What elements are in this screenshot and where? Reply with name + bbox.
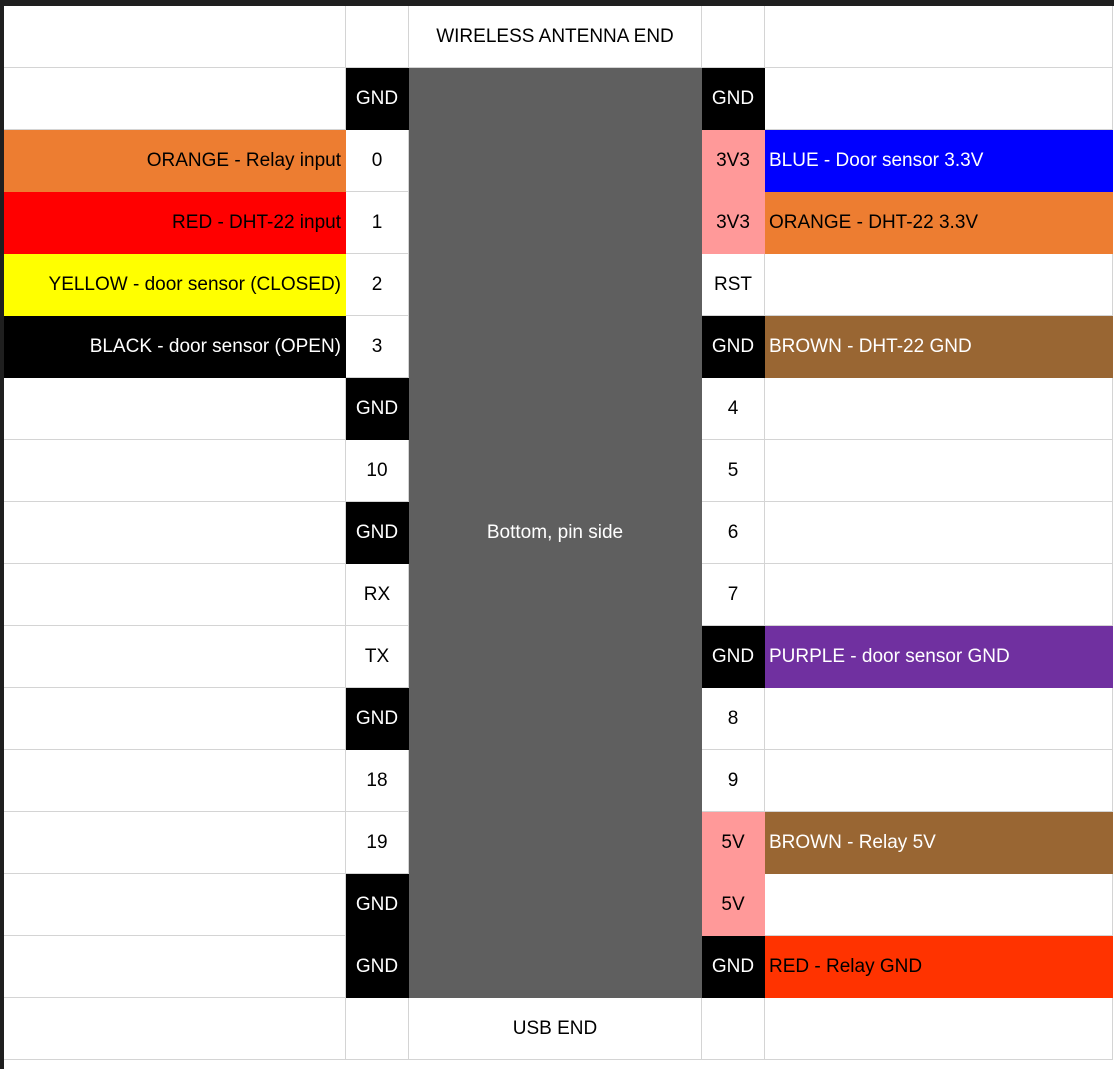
right-wire-label[interactable] <box>765 68 1113 130</box>
right-wire-label[interactable] <box>765 254 1113 316</box>
pinout-grid: WIRELESS ANTENNA END Bottom, pin side US… <box>4 6 1113 1060</box>
right-wire-label[interactable]: PURPLE - door sensor GND <box>765 626 1113 688</box>
antenna-end-label[interactable]: WIRELESS ANTENNA END <box>409 6 702 68</box>
left-wire-label[interactable] <box>4 378 346 440</box>
left-pin[interactable]: GND <box>346 688 409 750</box>
grid-bottom-edge <box>4 1060 1114 1069</box>
right-pin[interactable]: 5V <box>702 812 765 874</box>
left-wire-label[interactable] <box>4 812 346 874</box>
right-wire-label[interactable] <box>765 378 1113 440</box>
right-pin[interactable]: 7 <box>702 564 765 626</box>
left-pin[interactable]: 3 <box>346 316 409 378</box>
right-wire-label[interactable]: ORANGE - DHT-22 3.3V <box>765 192 1113 254</box>
usb-end-label[interactable]: USB END <box>409 998 702 1060</box>
left-pin[interactable]: 10 <box>346 440 409 502</box>
right-wire-label[interactable] <box>765 874 1113 936</box>
right-pin[interactable]: 9 <box>702 750 765 812</box>
left-pin[interactable]: RX <box>346 564 409 626</box>
right-pin[interactable]: GND <box>702 626 765 688</box>
board-center-label: Bottom, pin side <box>486 522 624 543</box>
left-wire-label[interactable] <box>4 626 346 688</box>
cell-empty[interactable] <box>346 998 409 1060</box>
right-pin[interactable]: 5V <box>702 874 765 936</box>
left-pin[interactable]: GND <box>346 874 409 936</box>
right-wire-label[interactable] <box>765 688 1113 750</box>
left-wire-label[interactable] <box>4 68 346 130</box>
right-pin[interactable]: 6 <box>702 502 765 564</box>
right-wire-label[interactable] <box>765 502 1113 564</box>
left-wire-label[interactable] <box>4 440 346 502</box>
right-pin[interactable]: GND <box>702 316 765 378</box>
left-wire-label[interactable]: ORANGE - Relay input <box>4 130 346 192</box>
left-wire-label[interactable] <box>4 688 346 750</box>
right-pin[interactable]: GND <box>702 936 765 998</box>
left-wire-label[interactable] <box>4 874 346 936</box>
right-pin[interactable]: 4 <box>702 378 765 440</box>
left-wire-label[interactable] <box>4 936 346 998</box>
left-pin[interactable]: 1 <box>346 192 409 254</box>
left-pin[interactable]: 2 <box>346 254 409 316</box>
cell-empty[interactable] <box>765 998 1113 1060</box>
board-body[interactable]: Bottom, pin side <box>409 68 702 998</box>
left-wire-label[interactable] <box>4 564 346 626</box>
left-wire-label[interactable]: BLACK - door sensor (OPEN) <box>4 316 346 378</box>
cell-empty[interactable] <box>765 6 1113 68</box>
cell-empty[interactable] <box>4 998 346 1060</box>
right-wire-label[interactable]: RED - Relay GND <box>765 936 1113 998</box>
left-pin[interactable]: 0 <box>346 130 409 192</box>
cell-empty[interactable] <box>4 6 346 68</box>
right-pin[interactable]: 3V3 <box>702 192 765 254</box>
right-pin[interactable]: GND <box>702 68 765 130</box>
left-wire-label[interactable] <box>4 502 346 564</box>
right-wire-label[interactable]: BLUE - Door sensor 3.3V <box>765 130 1113 192</box>
cell-empty[interactable] <box>702 6 765 68</box>
left-pin[interactable]: GND <box>346 378 409 440</box>
right-pin[interactable]: 3V3 <box>702 130 765 192</box>
left-wire-label[interactable] <box>4 750 346 812</box>
cell-empty[interactable] <box>346 6 409 68</box>
right-wire-label[interactable] <box>765 750 1113 812</box>
left-pin[interactable]: TX <box>346 626 409 688</box>
left-wire-label[interactable]: YELLOW - door sensor (CLOSED) <box>4 254 346 316</box>
left-wire-label[interactable]: RED - DHT-22 input <box>4 192 346 254</box>
pinout-sheet: WIRELESS ANTENNA END Bottom, pin side US… <box>0 0 1114 1069</box>
cell-empty[interactable] <box>702 998 765 1060</box>
right-pin[interactable]: 8 <box>702 688 765 750</box>
right-wire-label[interactable]: BROWN - Relay 5V <box>765 812 1113 874</box>
right-wire-label[interactable] <box>765 440 1113 502</box>
left-pin[interactable]: GND <box>346 502 409 564</box>
right-pin[interactable]: 5 <box>702 440 765 502</box>
right-pin[interactable]: RST <box>702 254 765 316</box>
left-pin[interactable]: 18 <box>346 750 409 812</box>
right-wire-label[interactable] <box>765 564 1113 626</box>
left-pin[interactable]: GND <box>346 68 409 130</box>
left-pin[interactable]: GND <box>346 936 409 998</box>
left-pin[interactable]: 19 <box>346 812 409 874</box>
right-wire-label[interactable]: BROWN - DHT-22 GND <box>765 316 1113 378</box>
